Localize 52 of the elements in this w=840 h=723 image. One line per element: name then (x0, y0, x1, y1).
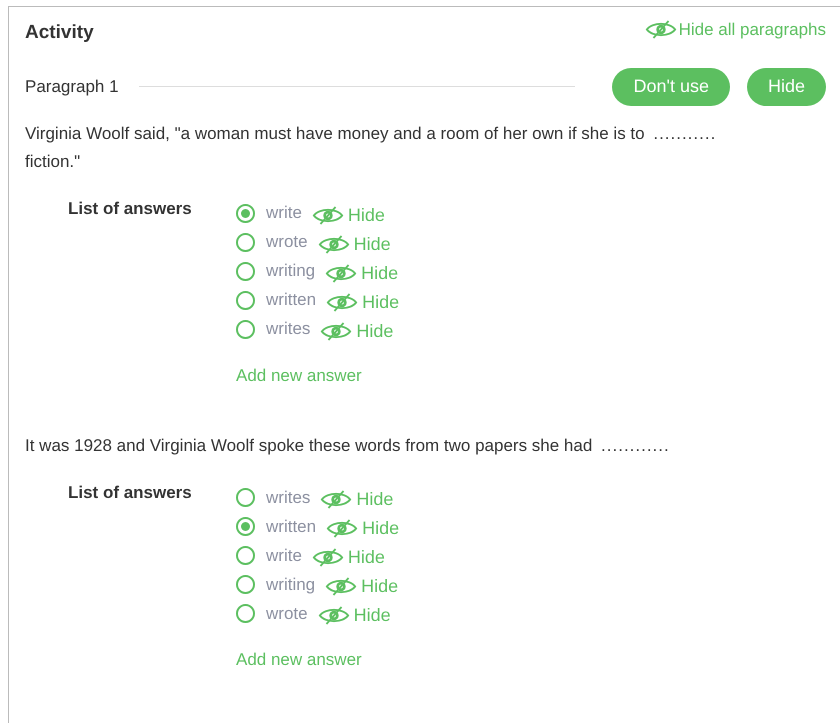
eye-slash-icon (644, 19, 677, 40)
radio-button[interactable] (236, 262, 255, 280)
radio-button[interactable] (236, 575, 255, 594)
hide-answer-button[interactable]: Hide (325, 260, 398, 286)
answer-option: writing (266, 258, 316, 284)
hide-answer-button[interactable]: Hide (326, 515, 400, 542)
radio-button[interactable] (236, 604, 255, 623)
radio-button[interactable] (236, 290, 255, 310)
eye-slash-icon (320, 320, 352, 342)
radio-button[interactable] (236, 232, 255, 252)
hide-answer-button[interactable]: Hide (326, 288, 400, 316)
eye-slash-icon (318, 234, 350, 254)
activity-title: Activity (25, 21, 94, 45)
answer-option: written (266, 287, 316, 313)
hide-answer-button[interactable]: Hide (320, 318, 394, 344)
hide-answer-button[interactable]: Hide (325, 573, 398, 600)
answer-option: wrote (266, 600, 308, 626)
radio-button[interactable] (236, 204, 255, 222)
radio-button[interactable] (236, 546, 255, 565)
eye-slash-icon (325, 576, 358, 597)
answers-label: List of answers (68, 198, 193, 220)
hide-all-paragraphs-link[interactable]: Hide all paragraphs (644, 17, 826, 42)
radio-button[interactable] (236, 488, 255, 507)
eye-slash-icon (312, 204, 344, 226)
answer-option: write (266, 542, 302, 568)
eye-slash-icon (312, 547, 344, 568)
hide-answer-button[interactable]: Hide (318, 602, 391, 629)
answers-label: List of answers (68, 482, 193, 504)
paragraph-heading: Paragraph 1 (25, 76, 119, 98)
answer-option: writing (266, 572, 316, 598)
answer-option: wrote (266, 229, 308, 255)
eye-slash-icon (320, 489, 352, 510)
eye-slash-icon (318, 605, 350, 626)
add-answer-link[interactable]: Add new answer (236, 647, 400, 672)
answer-option: written (266, 514, 316, 540)
paragraph-button[interactable]: Don't use (612, 68, 730, 106)
radio-button[interactable] (236, 320, 255, 338)
paragraph-button[interactable]: Hide (746, 68, 826, 106)
question-text: It was 1928 and Virginia Woolf spoke these words from two papers she had ............ (25, 435, 671, 457)
radio-button[interactable] (236, 517, 255, 536)
eye-slash-icon (326, 292, 358, 312)
eye-slash-icon (325, 262, 358, 284)
answer-option: writes (266, 484, 310, 510)
question-text: Virginia Woolf said, "a woman must have money and a room of her own if she is to ........... fiction." (25, 122, 718, 172)
answer-option: writes (266, 316, 310, 342)
eye-slash-icon (326, 518, 358, 539)
hide-answer-button[interactable]: Hide (312, 202, 385, 228)
answer-option: write (266, 200, 302, 226)
hide-answer-button[interactable]: Hide (312, 544, 385, 571)
hide-answer-button[interactable]: Hide (318, 230, 391, 258)
hide-answer-button[interactable]: Hide (320, 486, 394, 513)
add-answer-link[interactable]: Add new answer (236, 362, 400, 388)
